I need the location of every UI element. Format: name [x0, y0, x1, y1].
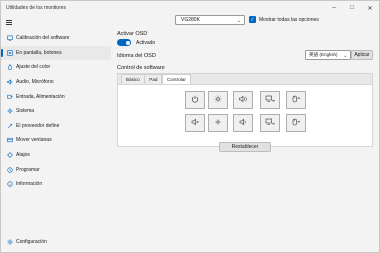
app-window: Utilidades de los monitores – □ ✕ Calibr…	[0, 0, 380, 253]
shortcuts-icon	[6, 152, 13, 159]
sidebar-item-calibration[interactable]: Calibración del software	[1, 31, 111, 46]
sidebar-item-label: Ajuste del color	[16, 64, 51, 71]
volume-down-button[interactable]	[233, 114, 253, 132]
input-next-icon	[265, 95, 276, 105]
show-all-options-checkbox[interactable]: ✓ Mostrar todas las opciones	[249, 16, 319, 23]
input-prev-icon	[265, 118, 276, 128]
system-icon	[6, 108, 13, 115]
sidebar-item-onscreen-buttons[interactable]: En pantalla, botones	[1, 45, 111, 61]
title-bar: Utilidades de los monitores – □ ✕	[1, 1, 379, 15]
brightness-up-icon	[213, 95, 223, 105]
volume-up-icon	[238, 95, 248, 105]
window-title: Utilidades de los monitores	[6, 5, 67, 11]
onscreen-buttons-icon	[6, 49, 13, 56]
tab-basic[interactable]: Básico	[121, 74, 145, 84]
gear-icon	[6, 238, 13, 245]
checkmark-icon: ✓	[249, 16, 256, 23]
sidebar: Calibración del software En pantalla, bo…	[1, 15, 111, 252]
schedule-icon	[6, 166, 13, 173]
sidebar-item-audio[interactable]: Audio, Micrófono	[1, 75, 111, 90]
sidebar-item-input-power[interactable]: Entrada, Alimentación	[1, 89, 111, 104]
input-next-button[interactable]	[260, 91, 280, 109]
reset-button[interactable]: Restablecer	[219, 142, 271, 152]
maximize-button[interactable]: □	[343, 1, 361, 15]
tab-control[interactable]: Controlar	[161, 74, 191, 84]
sidebar-item-system[interactable]: Sistema	[1, 104, 111, 119]
sidebar-item-label: Atajos	[16, 152, 30, 159]
sidebar-item-settings[interactable]: Configuración	[1, 234, 111, 249]
software-control-label: Control de software	[117, 65, 165, 71]
sidebar-item-shortcuts[interactable]: Atajos	[1, 148, 111, 163]
sidebar-item-label: Audio, Micrófono	[16, 79, 54, 86]
osd-toggle-row: Activado	[117, 39, 155, 46]
osd-toggle[interactable]	[117, 39, 131, 46]
volume-up-button[interactable]	[233, 91, 253, 109]
mouse-up-icon	[291, 95, 301, 105]
power-icon	[190, 95, 200, 105]
window-controls: – □ ✕	[325, 1, 379, 15]
input-power-icon	[6, 93, 13, 100]
brightness-down-icon	[213, 118, 223, 128]
volume-down-icon	[238, 118, 248, 128]
audio-icon	[6, 79, 13, 86]
close-button[interactable]: ✕	[361, 1, 379, 15]
sidebar-item-label: Sistema	[16, 108, 35, 115]
sidebar-item-label: Configuración	[16, 238, 47, 245]
color-adjust-icon	[6, 64, 13, 71]
osd-language-value: 英語 (English)	[309, 52, 338, 57]
sidebar-item-label: Información	[16, 181, 43, 188]
show-all-options-label: Mostrar todas las opciones	[259, 16, 319, 23]
osd-language-select[interactable]: 英語 (English) ⌄	[305, 50, 351, 60]
info-icon	[6, 181, 13, 188]
sidebar-item-label: En pantalla, botones	[16, 49, 62, 56]
vendor-icon	[6, 122, 13, 129]
apply-button[interactable]: Aplicar	[351, 50, 373, 60]
sidebar-item-info[interactable]: Información	[1, 177, 111, 192]
chevron-down-icon: ⌄	[343, 53, 348, 59]
mouse-up-button[interactable]	[286, 91, 306, 109]
mouse-down-button[interactable]	[286, 114, 306, 132]
sidebar-item-label: Mover ventanas	[16, 137, 52, 144]
monitor-select[interactable]: VG280K ⌄	[175, 15, 245, 25]
sidebar-nav: Calibración del software En pantalla, bo…	[1, 31, 111, 192]
move-windows-icon	[6, 137, 13, 144]
osd-language-label: Idioma del OSD	[117, 53, 156, 59]
hamburger-menu-icon[interactable]	[6, 17, 18, 27]
mute-icon	[190, 118, 200, 128]
sidebar-item-move-windows[interactable]: Mover ventanas	[1, 133, 111, 148]
sidebar-item-label: Programar	[16, 166, 40, 173]
sidebar-item-schedule[interactable]: Programar	[1, 162, 111, 177]
osd-toggle-label: Activado	[136, 39, 156, 46]
tab-pad[interactable]: Pad	[144, 74, 163, 84]
monitor-select-value: VG280K	[181, 17, 200, 23]
sidebar-item-label: Entrada, Alimentación	[16, 93, 65, 100]
sidebar-item-label: El proveedor define	[16, 122, 60, 129]
power-button[interactable]	[185, 91, 205, 109]
brightness-down-button[interactable]	[208, 114, 228, 132]
sidebar-item-color[interactable]: Ajuste del color	[1, 60, 111, 75]
calibration-icon	[6, 35, 13, 42]
sidebar-item-label: Calibración del software	[16, 35, 70, 42]
mouse-down-icon	[291, 118, 301, 128]
brightness-up-button[interactable]	[208, 91, 228, 109]
tab-bar: Básico Pad Controlar	[117, 73, 373, 85]
activate-osd-label: Activar OSD	[117, 31, 148, 37]
input-prev-button[interactable]	[260, 114, 280, 132]
mute-button[interactable]	[185, 114, 205, 132]
minimize-button[interactable]: –	[325, 1, 343, 15]
main-content: VG280K ⌄ ✓ Mostrar todas las opciones Ac…	[111, 15, 379, 252]
sidebar-item-vendor[interactable]: El proveedor define	[1, 119, 111, 134]
chevron-down-icon: ⌄	[236, 18, 241, 24]
